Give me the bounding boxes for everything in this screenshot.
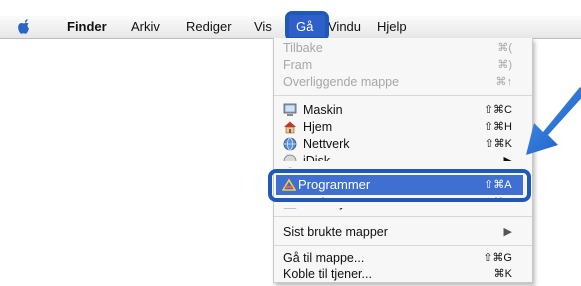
menu-separator [274, 245, 532, 246]
applications-callout-box [268, 169, 531, 202]
callout-arrow-icon [526, 87, 581, 155]
menu-item-back: Tilbake ⌘( [283, 41, 512, 55]
menu-item-computer[interactable]: Maskin ⇧⌘C [274, 102, 532, 118]
menu-hjelp[interactable]: Hjelp [377, 19, 407, 35]
network-icon [283, 137, 297, 151]
menu-item-connect-to-server[interactable]: Koble til tjener... ⌘K [274, 266, 532, 282]
menu-item-forward: Fram ⌘) [283, 58, 512, 72]
menu-finder[interactable]: Finder [67, 19, 107, 35]
menu-separator [274, 216, 532, 217]
menu-item-go-to-folder[interactable]: Gå til mappe... ⇧⌘G [274, 250, 532, 266]
idisk-row-mask [274, 161, 530, 167]
menu-separator [274, 95, 532, 96]
computer-icon [283, 103, 297, 116]
menu-item-recent-folders[interactable]: Sist brukte mapper ▶ [274, 224, 532, 240]
menu-item-network[interactable]: Nettverk ⇧⌘K [274, 136, 532, 152]
submenu-arrow-icon: ▶ [503, 226, 512, 238]
menu-rediger[interactable]: Rediger [186, 19, 232, 35]
menu-vis[interactable]: Vis [254, 19, 272, 35]
menu-vindu[interactable]: Vindu [328, 19, 361, 35]
utilities-row-mask [274, 202, 530, 208]
apple-menu-icon[interactable] [17, 18, 32, 36]
menu-arkiv[interactable]: Arkiv [131, 19, 160, 35]
menu-item-enclosing-folder: Overliggende mappe ⌘↑ [283, 75, 512, 89]
menu-ga[interactable]: Gå [296, 19, 313, 34]
menu-item-home[interactable]: Hjem ⇧⌘H [274, 119, 532, 135]
home-icon [284, 121, 296, 134]
